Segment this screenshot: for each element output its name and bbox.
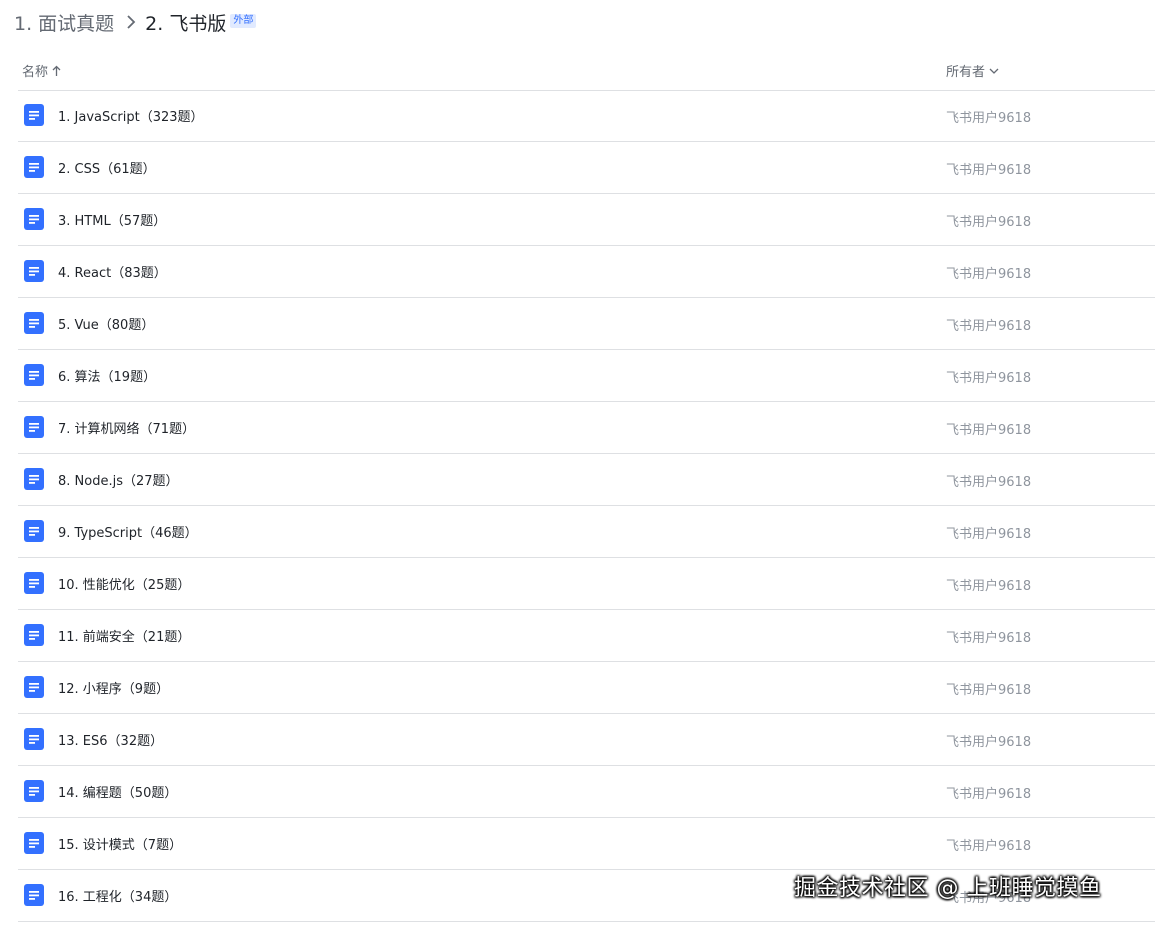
document-name[interactable]: 11. 前端安全（21题）	[58, 626, 190, 645]
document-icon	[24, 624, 44, 646]
table-row[interactable]: 5. Vue（80题） 飞书用户9618	[18, 298, 1155, 350]
table-row[interactable]: 1. JavaScript（323题） 飞书用户9618	[18, 90, 1155, 142]
table-row[interactable]: 3. HTML（57题） 飞书用户9618	[18, 194, 1155, 246]
document-name[interactable]: 9. TypeScript（46题）	[58, 522, 198, 541]
document-icon	[24, 260, 44, 282]
document-owner: 飞书用户9618	[946, 787, 1032, 802]
document-name[interactable]: 8. Node.js（27题）	[58, 470, 179, 489]
document-icon	[24, 468, 44, 490]
document-owner: 飞书用户9618	[946, 839, 1032, 854]
document-icon	[24, 676, 44, 698]
document-owner: 飞书用户9618	[946, 319, 1032, 334]
table-row[interactable]: 9. TypeScript（46题） 飞书用户9618	[18, 506, 1155, 558]
table-row[interactable]: 4. React（83题） 飞书用户9618	[18, 246, 1155, 298]
document-owner: 飞书用户9618	[946, 579, 1032, 594]
name-column-label: 名称	[22, 65, 49, 80]
watermark: 掘金技术社区 @ 上班睡觉摸鱼	[794, 876, 1102, 901]
document-name[interactable]: 12. 小程序（9题）	[58, 678, 169, 697]
document-owner: 飞书用户9618	[946, 267, 1032, 282]
document-name[interactable]: 16. 工程化（34题）	[58, 886, 177, 905]
table-header: 名称 所有者	[18, 54, 1155, 91]
breadcrumb: 1. 面试真题 2. 飞书版 外部	[14, 8, 257, 36]
chevron-right-icon	[126, 14, 136, 30]
document-owner: 飞书用户9618	[946, 475, 1032, 490]
table-row[interactable]: 13. ES6（32题） 飞书用户9618	[18, 714, 1155, 766]
document-name[interactable]: 4. React（83题）	[58, 262, 167, 281]
document-owner: 飞书用户9618	[946, 371, 1032, 386]
document-icon	[24, 728, 44, 750]
document-icon	[24, 156, 44, 178]
document-name[interactable]: 14. 编程题（50题）	[58, 782, 177, 801]
document-icon	[24, 364, 44, 386]
table-row[interactable]: 14. 编程题（50题） 飞书用户9618	[18, 766, 1155, 818]
document-list: 1. JavaScript（323题） 飞书用户9618 2. CSS（61题） 飞书…	[18, 90, 1155, 922]
document-icon	[24, 780, 44, 802]
document-owner: 飞书用户9618	[946, 631, 1032, 646]
document-owner: 飞书用户9618	[946, 735, 1032, 750]
table-row[interactable]: 12. 小程序（9题） 飞书用户9618	[18, 662, 1155, 714]
document-icon	[24, 832, 44, 854]
document-icon	[24, 572, 44, 594]
table-row[interactable]: 7. 计算机网络（71题） 飞书用户9618	[18, 402, 1155, 454]
document-owner: 飞书用户9618	[946, 215, 1032, 230]
document-icon	[24, 312, 44, 334]
breadcrumb-current: 2. 飞书版	[145, 12, 227, 35]
external-badge: 外部	[230, 14, 257, 28]
table-row[interactable]: 8. Node.js（27题） 飞书用户9618	[18, 454, 1155, 506]
owner-column-header[interactable]: 所有者	[946, 61, 999, 80]
document-name[interactable]: 1. JavaScript（323题）	[58, 106, 204, 125]
name-column-header[interactable]: 名称	[22, 61, 61, 80]
document-icon	[24, 416, 44, 438]
table-row[interactable]: 6. 算法（19题） 飞书用户9618	[18, 350, 1155, 402]
chevron-down-icon	[989, 68, 999, 74]
arrow-up-icon	[52, 65, 61, 76]
table-row[interactable]: 2. CSS（61题） 飞书用户9618	[18, 142, 1155, 194]
document-icon	[24, 884, 44, 906]
document-name[interactable]: 15. 设计模式（7题）	[58, 834, 182, 853]
owner-column-label: 所有者	[946, 65, 986, 80]
document-icon	[24, 104, 44, 126]
document-name[interactable]: 3. HTML（57题）	[58, 210, 166, 229]
document-name[interactable]: 7. 计算机网络（71题）	[58, 418, 195, 437]
document-name[interactable]: 10. 性能优化（25题）	[58, 574, 190, 593]
breadcrumb-parent-link[interactable]: 1. 面试真题	[14, 9, 114, 36]
document-name[interactable]: 13. ES6（32题）	[58, 730, 163, 749]
document-owner: 飞书用户9618	[946, 111, 1032, 126]
document-icon	[24, 208, 44, 230]
document-owner: 飞书用户9618	[946, 163, 1032, 178]
document-name[interactable]: 2. CSS（61题）	[58, 158, 156, 177]
document-name[interactable]: 6. 算法（19题）	[58, 366, 156, 385]
document-name[interactable]: 5. Vue（80题）	[58, 314, 154, 333]
document-owner: 飞书用户9618	[946, 527, 1032, 542]
table-row[interactable]: 10. 性能优化（25题） 飞书用户9618	[18, 558, 1155, 610]
document-owner: 飞书用户9618	[946, 683, 1032, 698]
table-row[interactable]: 11. 前端安全（21题） 飞书用户9618	[18, 610, 1155, 662]
document-owner: 飞书用户9618	[946, 423, 1032, 438]
table-row[interactable]: 15. 设计模式（7题） 飞书用户9618	[18, 818, 1155, 870]
document-icon	[24, 520, 44, 542]
